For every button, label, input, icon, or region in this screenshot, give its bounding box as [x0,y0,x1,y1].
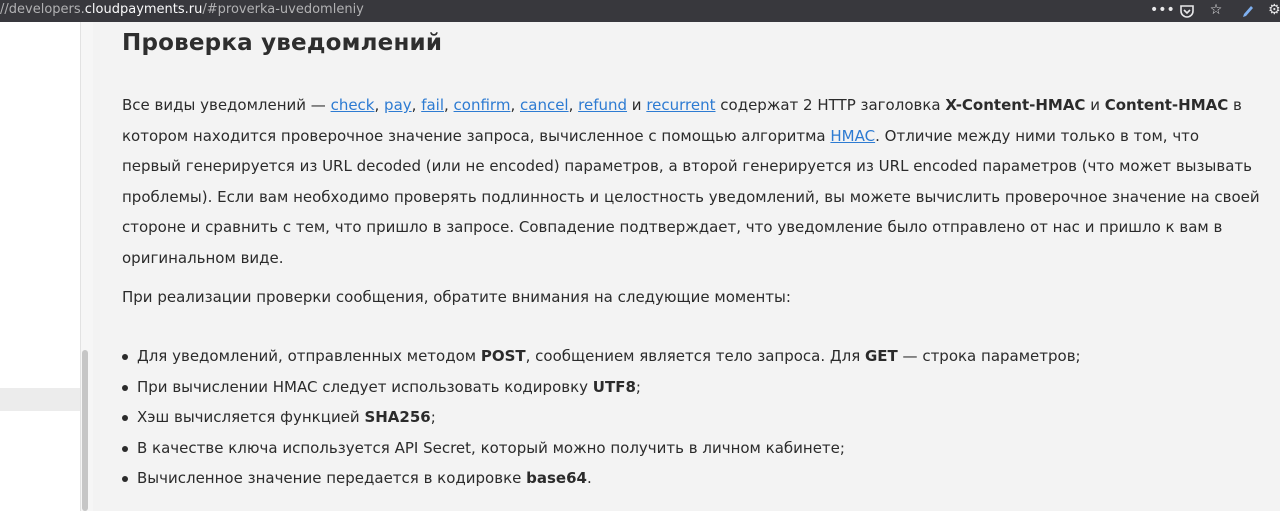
item-keyword: UTF8 [592,377,636,396]
note-paragraph: При реализации проверки сообщения, обрат… [122,288,791,306]
bullet-icon [122,415,128,421]
list-item: Вычисленное значение передается в кодиро… [122,463,1081,494]
conjunction: и [627,96,647,114]
browser-toolbar: //developers.cloudpayments.ru/#proverka-… [0,0,1280,22]
item-text: При вычислении HMAC следует использовать… [137,377,593,396]
address-bar[interactable]: //developers.cloudpayments.ru/#proverka-… [0,0,364,20]
separator: , [374,96,385,114]
list-item: Для уведомлений, отправленных методом PO… [122,341,1081,372]
link-refund[interactable]: refund [578,96,627,114]
link-hmac[interactable]: HMAC [830,127,875,145]
intro-text: содержат 2 HTTP заголовка [715,96,946,114]
bullet-icon [122,476,128,482]
separator: , [411,96,422,114]
list-item: Хэш вычисляется функцией SHA256; [122,402,1081,433]
link-pay[interactable]: pay [384,96,412,114]
sidebar [0,22,80,511]
sidebar-selected-item[interactable] [0,388,80,411]
item-text: В качестве ключа используется API Secret… [137,438,845,457]
sidebar-scrollbar[interactable] [82,350,88,511]
item-text: Хэш вычисляется функцией [137,408,365,426]
item-text: Для уведомлений, отправленных методом [137,347,481,365]
checklist: Для уведомлений, отправленных методом PO… [122,341,1081,494]
bookmark-star-icon[interactable]: ☆ [1205,0,1227,22]
link-confirm[interactable]: confirm [454,96,511,114]
extension-icon[interactable]: ⚙ [1268,0,1280,22]
url-host: cloudpayments.ru [84,2,203,17]
item-text: . [586,469,592,487]
item-keyword: SHA256 [364,408,431,426]
bullet-icon [122,445,128,452]
item-text: — строка параметров; [897,347,1081,365]
header-name: Content-HMAC [1104,96,1229,114]
header-name: X-Content-HMAC [945,96,1086,114]
conjunction: и [1085,96,1105,114]
bullet-icon [122,354,128,360]
page-title: Проверка уведомлений [122,30,443,56]
item-text: , сообщением является тело запроса. Для [525,347,865,365]
link-check[interactable]: check [331,96,375,114]
link-recurrent[interactable]: recurrent [646,96,715,114]
more-icon[interactable]: ••• [1150,0,1175,22]
item-keyword: base64 [526,469,587,487]
item-keyword: POST [480,347,526,365]
bullet-icon [122,384,128,391]
item-text: ; [635,377,641,396]
link-fail[interactable]: fail [421,96,444,114]
pen-icon[interactable] [1240,0,1256,22]
url-prefix: //developers. [0,2,85,17]
link-cancel[interactable]: cancel [520,96,569,114]
intro-text: . Отличие между ними только в том, что п… [122,126,1260,267]
intro-text: Все виды уведомлений — [122,96,331,114]
pocket-icon[interactable] [1178,0,1196,22]
intro-paragraph: Все виды уведомлений — check, pay, fail,… [122,90,1262,273]
list-item: В качестве ключа используется API Secret… [122,433,1081,464]
item-keyword: GET [864,347,898,365]
list-item: При вычислении HMAC следует использовать… [122,372,1081,403]
url-path: /#proverka-uvedomleniy [202,2,364,17]
separator: , [568,96,579,114]
item-text: ; [430,408,436,426]
item-text: Вычисленное значение передается в кодиро… [137,469,527,487]
separator: , [510,96,520,114]
separator: , [444,96,454,114]
